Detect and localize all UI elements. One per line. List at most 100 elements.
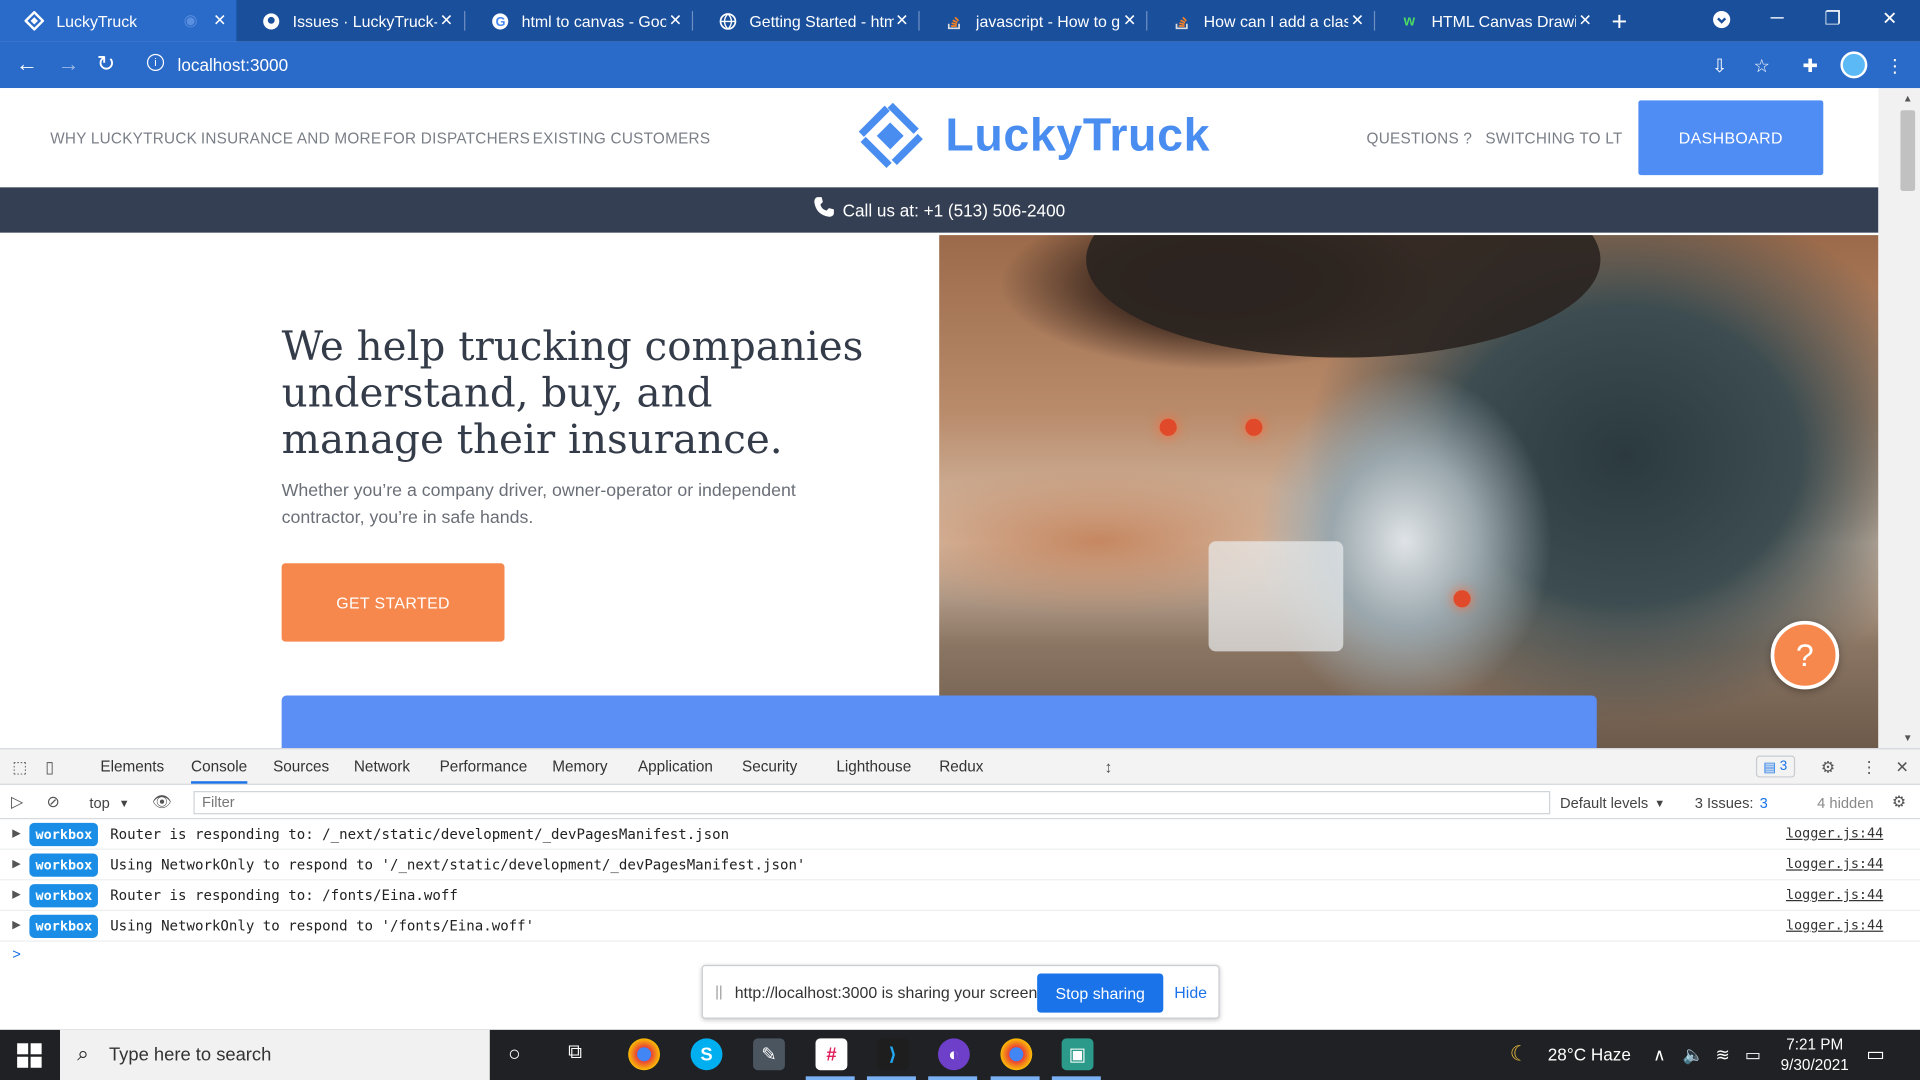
console-log-row[interactable]: ▶ workbox Using NetworkOnly to respond t… [0,911,1920,942]
back-icon[interactable]: ← [16,51,38,77]
console-log-row[interactable]: ▶ workbox Router is responding to: /font… [0,880,1920,912]
log-source-link[interactable]: logger.js:44 [1786,825,1883,841]
weather-text[interactable]: 28°C Haze [1548,1044,1631,1064]
expand-arrow-icon[interactable]: ▶ [12,827,20,840]
close-tab-icon[interactable]: ✕ [895,11,908,31]
tab-performance[interactable]: Performance [440,758,528,775]
inspect-element-icon[interactable]: ⬚ [12,758,27,778]
device-toolbar-icon[interactable]: ▯ [45,758,54,778]
tray-chevron-icon[interactable]: ∧ [1653,1044,1666,1065]
bookmark-star-icon[interactable]: ☆ [1753,55,1769,77]
close-tab-icon[interactable]: ✕ [669,11,682,31]
close-devtools-icon[interactable]: ✕ [1896,758,1909,778]
terminal-app-icon[interactable]: ▣ [1061,1038,1094,1071]
nav-switching-to-lt[interactable]: SWITCHING TO LT [1485,130,1622,147]
install-icon[interactable]: ⇩ [1712,55,1727,77]
stop-sharing-button[interactable]: Stop sharing [1037,973,1164,1013]
log-source-link[interactable]: logger.js:44 [1786,887,1883,903]
issues-badge[interactable]: ▤ 3 [1755,755,1795,778]
info-icon[interactable]: i [146,53,165,72]
tab-redux[interactable]: Redux [939,758,983,775]
tab-lighthouse[interactable]: Lighthouse [836,758,911,775]
tab-memory[interactable]: Memory [552,758,607,775]
resize-cursor-icon[interactable]: ↕ [1104,758,1112,776]
context-selector[interactable]: top [89,795,109,812]
tab-getting-started[interactable]: Getting Started - html ✕ [693,0,918,42]
tab-luckytruck[interactable]: LuckyTruck ◉ ✕ [0,0,237,42]
settings-gear-icon[interactable]: ⚙ [1821,758,1835,778]
url-text[interactable]: localhost:3000 [178,55,289,75]
volume-icon[interactable]: 🔈 [1682,1044,1703,1065]
tab-network[interactable]: Network [354,758,410,775]
sidebar-toggle-icon[interactable]: ▷ [11,792,23,812]
dashboard-button[interactable]: DASHBOARD [1638,100,1824,176]
cortana-icon[interactable]: ○ [508,1042,521,1066]
expand-arrow-icon[interactable]: ▶ [12,888,20,901]
tab-github-issues[interactable]: Issues · LuckyTruck-co ✕ [236,0,463,42]
console-log-row[interactable]: ▶ workbox Router is responding to: /_nex… [0,819,1920,850]
tab-stackoverflow-1[interactable]: javascript - How to ge ✕ [920,0,1147,42]
nav-questions[interactable]: QUESTIONS ? [1367,130,1473,147]
drag-grip-icon[interactable]: || [715,983,723,1000]
system-clock[interactable]: 7:21 PM 9/30/2021 [1778,1035,1851,1077]
tab-search-icon[interactable] [1712,10,1732,34]
paint-app-icon[interactable]: ✎ [753,1038,785,1071]
console-filter-input[interactable]: Filter [193,791,1551,815]
issues-count-value[interactable]: 3 [1760,795,1768,812]
expand-arrow-icon[interactable]: ▶ [12,918,20,931]
battery-icon[interactable]: ▭ [1745,1044,1761,1065]
nav-why-luckytruck[interactable]: WHY LUCKYTRUCK [50,130,197,147]
call-text[interactable]: Call us at: +1 (513) 506-2400 [843,200,1066,220]
console-settings-icon[interactable]: ⚙ [1892,792,1906,812]
tab-w3schools[interactable]: w HTML Canvas Drawing ✕ [1375,0,1602,42]
page-scrollbar[interactable]: ▲ ▼ [1878,88,1920,749]
vscode-app-icon[interactable]: ⟩ [876,1038,909,1071]
chrome-app-icon[interactable] [628,1038,661,1071]
close-tab-icon[interactable]: ✕ [1351,11,1364,31]
log-levels-dropdown[interactable]: Default levels [1560,795,1648,812]
nav-existing-customers[interactable]: EXISTING CUSTOMERS [533,130,711,147]
minimize-icon[interactable]: ─ [1771,7,1784,28]
close-window-icon[interactable]: ✕ [1882,7,1897,30]
log-source-link[interactable]: logger.js:44 [1786,917,1883,933]
eye-icon[interactable]: 👁 [152,792,172,812]
get-started-button[interactable]: GET STARTED [281,563,505,642]
console-log-row[interactable]: ▶ workbox Using NetworkOnly to respond t… [0,850,1920,881]
clear-console-icon[interactable]: ⊘ [47,792,60,812]
chevron-down-icon[interactable]: ▼ [1654,797,1665,809]
wifi-icon[interactable]: ≋ [1716,1044,1730,1065]
tab-console[interactable]: Console [191,758,248,784]
luckytruck-logo[interactable]: LuckyTruck [854,100,1210,172]
menu-kebab-icon[interactable]: ⋮ [1886,55,1904,77]
task-view-icon[interactable]: ⧉ [568,1042,582,1064]
devtools-menu-icon[interactable]: ⋮ [1861,758,1877,778]
nav-insurance-and-more[interactable]: INSURANCE AND MORE [201,130,381,147]
address-bar[interactable] [135,48,1886,82]
console-prompt[interactable]: > [12,945,21,962]
weather-moon-icon[interactable]: ☾ [1510,1042,1529,1066]
help-button[interactable]: ? [1770,620,1840,690]
tab-security[interactable]: Security [742,758,797,775]
scroll-down-icon[interactable]: ▼ [1903,732,1913,743]
chrome-active-app-icon[interactable] [1000,1038,1033,1071]
notifications-icon[interactable]: ▭ [1866,1042,1885,1066]
tab-sources[interactable]: Sources [273,758,329,775]
close-tab-icon[interactable]: ✕ [1123,11,1136,31]
windows-start-icon[interactable] [17,1043,42,1068]
extensions-icon[interactable]: ✚ [1802,55,1817,77]
hide-button[interactable]: Hide [1174,983,1207,1001]
github-desktop-app-icon[interactable]: ◐ [937,1038,970,1071]
tab-application[interactable]: Application [638,758,713,775]
forward-icon[interactable]: → [58,51,80,77]
restore-icon[interactable]: ❐ [1825,7,1841,30]
tab-google[interactable]: G html to canvas - Goog ✕ [465,0,692,42]
skype-app-icon[interactable]: S [690,1038,723,1071]
issues-count-label[interactable]: 3 Issues: [1695,795,1754,812]
scroll-up-icon[interactable]: ▲ [1903,93,1913,104]
taskbar-search-box[interactable]: ⌕ Type here to search [60,1029,490,1080]
profile-avatar[interactable] [1840,51,1868,79]
reload-icon[interactable]: ↻ [97,51,115,77]
log-source-link[interactable]: logger.js:44 [1786,856,1883,872]
scrollbar-thumb[interactable] [1900,110,1916,192]
tab-elements[interactable]: Elements [100,758,164,775]
